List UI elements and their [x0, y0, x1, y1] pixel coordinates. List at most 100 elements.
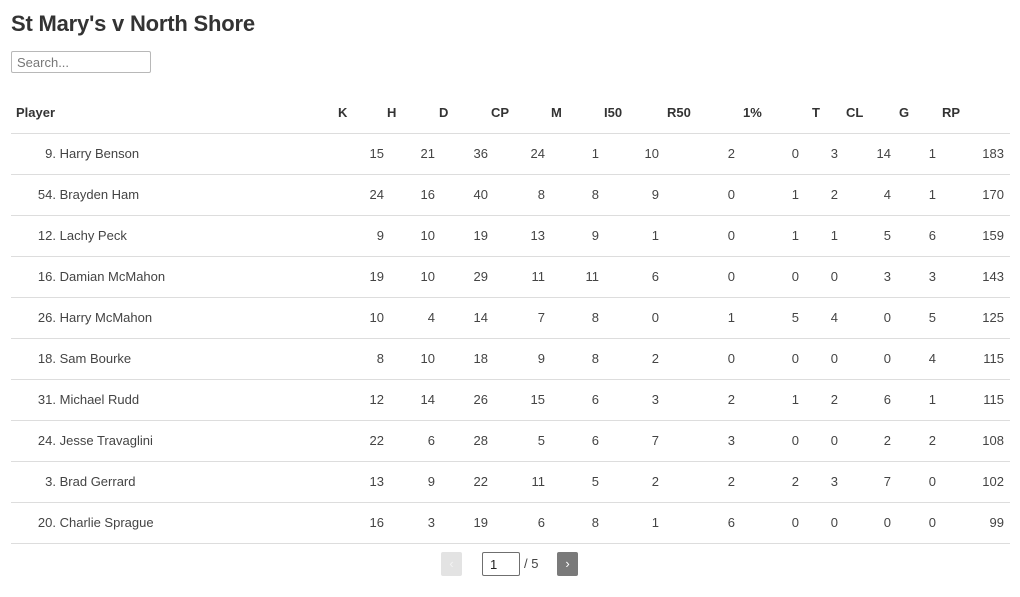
- page-title: St Mary's v North Shore: [11, 11, 255, 36]
- stat-m: 8: [547, 174, 599, 216]
- stat-rp: 125: [936, 297, 1010, 339]
- stat-i50: 2: [599, 461, 662, 503]
- search-input[interactable]: [11, 51, 151, 73]
- player-name: Charlie Sprague: [59, 515, 154, 530]
- column-header-m[interactable]: M: [547, 92, 599, 134]
- stat-t: 0: [799, 338, 838, 380]
- stat-r50: 2: [662, 461, 735, 503]
- stat-rp: 115: [936, 379, 1010, 421]
- player-cell: 18. Sam Bourke: [11, 338, 336, 380]
- table-row[interactable]: 26. Harry McMahon 10 4 14 7 8 0 1 5 4 0 5 125: [11, 297, 1010, 339]
- stat-h: 10: [384, 338, 436, 380]
- table-row[interactable]: 12. Lachy Peck 9 10 19 13 9 1 0 1 1 5 6 159: [11, 215, 1010, 257]
- stat-cp: 13: [489, 215, 547, 257]
- column-header-cp[interactable]: CP: [489, 92, 547, 134]
- stat-h: 16: [384, 174, 436, 216]
- table-body: 9. Harry Benson 15 21 36 24 1 10 2 0 3 14 1 183 54. B…: [11, 133, 1010, 544]
- column-header-r50[interactable]: R50: [662, 92, 735, 134]
- stat-rp: 108: [936, 420, 1010, 462]
- column-header-cl[interactable]: CL: [838, 92, 894, 134]
- column-header-rp[interactable]: RP: [936, 92, 1010, 134]
- stat-cp: 9: [489, 338, 547, 380]
- column-header-1pct[interactable]: 1%: [735, 92, 799, 134]
- table-row[interactable]: 31. Michael Rudd 12 14 26 15 6 3 2 1 2 6 1 115: [11, 379, 1010, 421]
- table-row[interactable]: 20. Charlie Sprague 16 3 19 6 8 1 6 0 0 0 0 99: [11, 502, 1010, 544]
- table-row[interactable]: 24. Jesse Travaglini 22 6 28 5 6 7 3 0 0 2 2 108: [11, 420, 1010, 462]
- stat-i50: 0: [599, 297, 662, 339]
- stat-d: 36: [436, 133, 489, 175]
- stat-1pct: 0: [735, 502, 799, 544]
- stat-cp: 5: [489, 420, 547, 462]
- stat-k: 8: [336, 338, 384, 380]
- page-number-input[interactable]: [482, 552, 520, 576]
- player-cell: 16. Damian McMahon: [11, 256, 336, 298]
- column-header-k[interactable]: K: [336, 92, 384, 134]
- stat-cl: 2: [838, 420, 894, 462]
- table-row[interactable]: 16. Damian McMahon 19 10 29 11 11 6 0 0 0 3 3 143: [11, 256, 1010, 298]
- stat-t: 3: [799, 133, 838, 175]
- column-header-h[interactable]: H: [384, 92, 436, 134]
- player-cell: 12. Lachy Peck: [11, 215, 336, 257]
- stat-m: 8: [547, 297, 599, 339]
- stat-cl: 0: [838, 502, 894, 544]
- stat-k: 22: [336, 420, 384, 462]
- stat-d: 19: [436, 215, 489, 257]
- table-row[interactable]: 18. Sam Bourke 8 10 18 9 8 2 0 0 0 0 4 115: [11, 338, 1010, 380]
- stat-r50: 0: [662, 174, 735, 216]
- player-number: 16.: [37, 269, 56, 284]
- stat-d: 14: [436, 297, 489, 339]
- stat-r50: 2: [662, 133, 735, 175]
- table-row[interactable]: 9. Harry Benson 15 21 36 24 1 10 2 0 3 14 1 183: [11, 133, 1010, 175]
- stat-1pct: 0: [735, 420, 799, 462]
- column-header-t[interactable]: T: [799, 92, 838, 134]
- stat-k: 13: [336, 461, 384, 503]
- stat-cl: 4: [838, 174, 894, 216]
- column-header-i50[interactable]: I50: [599, 92, 662, 134]
- stat-cp: 7: [489, 297, 547, 339]
- column-header-player[interactable]: Player: [11, 92, 336, 134]
- stat-rp: 183: [936, 133, 1010, 175]
- player-cell: 54. Brayden Ham: [11, 174, 336, 216]
- player-name: Damian McMahon: [59, 269, 166, 284]
- player-number: 9.: [45, 146, 56, 161]
- player-name: Sam Bourke: [59, 351, 132, 366]
- stat-h: 14: [384, 379, 436, 421]
- player-cell: 20. Charlie Sprague: [11, 502, 336, 544]
- stat-g: 0: [894, 502, 936, 544]
- stat-cp: 8: [489, 174, 547, 216]
- stat-k: 19: [336, 256, 384, 298]
- stat-1pct: 0: [735, 338, 799, 380]
- stat-h: 21: [384, 133, 436, 175]
- stat-1pct: 0: [735, 133, 799, 175]
- stat-i50: 3: [599, 379, 662, 421]
- stat-m: 11: [547, 256, 599, 298]
- stat-k: 15: [336, 133, 384, 175]
- stat-t: 3: [799, 461, 838, 503]
- column-header-g[interactable]: G: [894, 92, 936, 134]
- stat-rp: 102: [936, 461, 1010, 503]
- table-header-row: Player K H D CP M I50 R50 1% T CL G RP: [11, 92, 1010, 134]
- stat-d: 29: [436, 256, 489, 298]
- stat-h: 4: [384, 297, 436, 339]
- stat-r50: 2: [662, 379, 735, 421]
- stat-d: 19: [436, 502, 489, 544]
- stat-1pct: 5: [735, 297, 799, 339]
- player-name: Brad Gerrard: [59, 474, 136, 489]
- column-header-d[interactable]: D: [436, 92, 489, 134]
- stat-rp: 115: [936, 338, 1010, 380]
- stat-g: 3: [894, 256, 936, 298]
- stat-rp: 143: [936, 256, 1010, 298]
- player-cell: 3. Brad Gerrard: [11, 461, 336, 503]
- stat-cp: 15: [489, 379, 547, 421]
- previous-page-button[interactable]: ‹: [441, 552, 462, 576]
- stat-d: 18: [436, 338, 489, 380]
- table-row[interactable]: 3. Brad Gerrard 13 9 22 11 5 2 2 2 3 7 0 102: [11, 461, 1010, 503]
- stat-g: 1: [894, 379, 936, 421]
- stat-cp: 24: [489, 133, 547, 175]
- next-page-button[interactable]: ›: [557, 552, 578, 576]
- player-number: 18.: [37, 351, 56, 366]
- stat-h: 10: [384, 215, 436, 257]
- stat-g: 0: [894, 461, 936, 503]
- stat-m: 9: [547, 215, 599, 257]
- table-row[interactable]: 54. Brayden Ham 24 16 40 8 8 9 0 1 2 4 1 170: [11, 174, 1010, 216]
